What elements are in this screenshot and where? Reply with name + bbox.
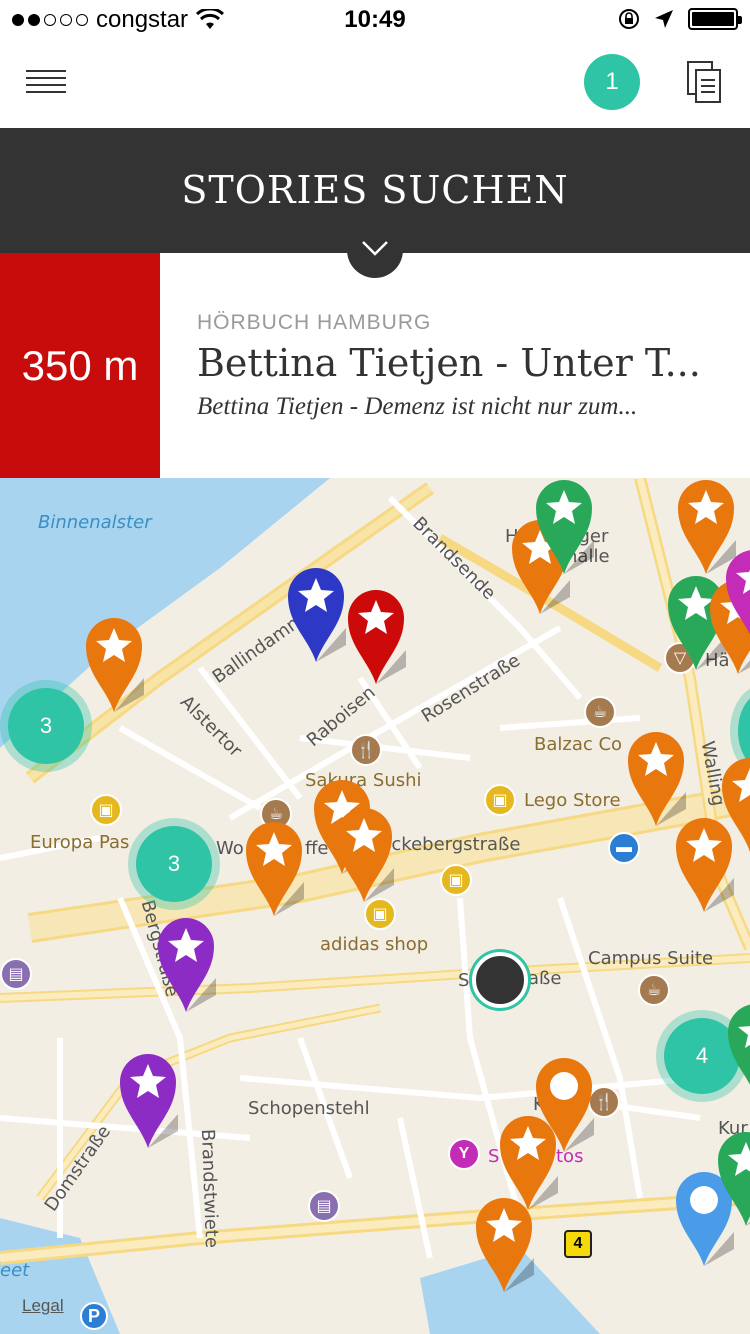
- map-label-wo: Wo: [216, 838, 244, 859]
- route-shield: 4: [564, 1230, 592, 1258]
- story-pin[interactable]: [244, 820, 304, 918]
- story-pin[interactable]: [346, 588, 406, 686]
- story-pin[interactable]: [118, 1052, 178, 1150]
- coffee-cup-icon[interactable]: ☕: [638, 974, 670, 1006]
- shopping-bag-icon[interactable]: ▣: [90, 794, 122, 826]
- story-cluster[interactable]: 3: [136, 826, 212, 902]
- location-arrow-icon: [655, 10, 673, 28]
- story-category: HÖRBUCH HAMBURG: [197, 311, 432, 334]
- battery-level: [692, 12, 734, 26]
- status-bar: congstar 10:49: [0, 0, 750, 40]
- story-pin[interactable]: [156, 916, 216, 1014]
- story-pin[interactable]: [334, 806, 394, 904]
- map-label-lego: Lego Store: [524, 790, 621, 811]
- map-view[interactable]: Binnenalster Ballindamm Brandsende H urg…: [0, 478, 750, 1334]
- map-label-s-strasse-1: S: [458, 970, 470, 991]
- story-pin[interactable]: [626, 730, 686, 828]
- story-pin[interactable]: [724, 548, 750, 646]
- story-title: Bettina Tietjen - Unter T...: [197, 341, 701, 385]
- dot-icon: [690, 1186, 718, 1214]
- story-pin[interactable]: [726, 1002, 750, 1100]
- shopping-bag-icon[interactable]: ▣: [440, 864, 472, 896]
- battery-icon: [688, 8, 742, 30]
- story-pin[interactable]: [286, 566, 346, 664]
- map-label-europa: Europa Pas: [30, 832, 130, 853]
- dot-icon: [550, 1072, 578, 1100]
- map-label-monckeberg: nckebergstraße: [380, 834, 521, 855]
- story-pin[interactable]: [84, 616, 144, 714]
- story-pin[interactable]: [474, 1196, 534, 1294]
- story-pin[interactable]: [716, 1130, 750, 1228]
- map-label-schopenstehl: Schopenstehl: [248, 1098, 370, 1119]
- map-label-binnenalster: Binnenalster: [38, 512, 152, 533]
- map-label-eet: eet: [0, 1260, 30, 1281]
- map-label-campus: Campus Suite: [588, 948, 714, 969]
- status-right: [618, 8, 742, 30]
- parking-icon: P: [80, 1302, 108, 1330]
- story-pin[interactable]: [674, 816, 734, 914]
- map-label-brandstwiete: Brandstwiete: [196, 1128, 223, 1249]
- page-title: STORIES SUCHEN: [181, 168, 569, 212]
- legal-link[interactable]: Legal: [22, 1296, 64, 1316]
- hamburger-icon[interactable]: [26, 70, 66, 94]
- map-label-balzac: Balzac Co: [534, 734, 623, 755]
- map-label-adidas: adidas shop: [320, 934, 429, 955]
- map-label-s-strasse-2: aße: [528, 968, 562, 989]
- search-stories-header[interactable]: STORIES SUCHEN: [0, 128, 750, 278]
- cocktail-bar-icon[interactable]: Y: [448, 1138, 480, 1170]
- story-pin[interactable]: [534, 478, 594, 576]
- nav-bar: 1: [0, 40, 750, 128]
- user-location-marker: [472, 952, 528, 1008]
- orientation-lock-icon: [619, 9, 639, 29]
- distance-badge: 350 m: [0, 253, 160, 478]
- restaurant-icon[interactable]: 🍴: [350, 734, 382, 766]
- bus-stop-icon[interactable]: ▬: [608, 832, 640, 864]
- notification-badge[interactable]: 1: [584, 54, 640, 110]
- story-subtitle: Bettina Tietjen - Demenz ist nicht nur z…: [197, 393, 638, 420]
- shopping-bag-icon[interactable]: ▣: [484, 784, 516, 816]
- story-cluster[interactable]: 3: [8, 688, 84, 764]
- train-station-icon[interactable]: ▤: [0, 958, 32, 990]
- coffee-cup-icon[interactable]: ☕: [584, 696, 616, 728]
- documents-icon[interactable]: [686, 60, 722, 104]
- train-station-icon[interactable]: ▤: [308, 1190, 340, 1222]
- story-card[interactable]: 350 m HÖRBUCH HAMBURG Bettina Tietjen - …: [0, 253, 750, 478]
- chevron-down-icon: [362, 241, 388, 256]
